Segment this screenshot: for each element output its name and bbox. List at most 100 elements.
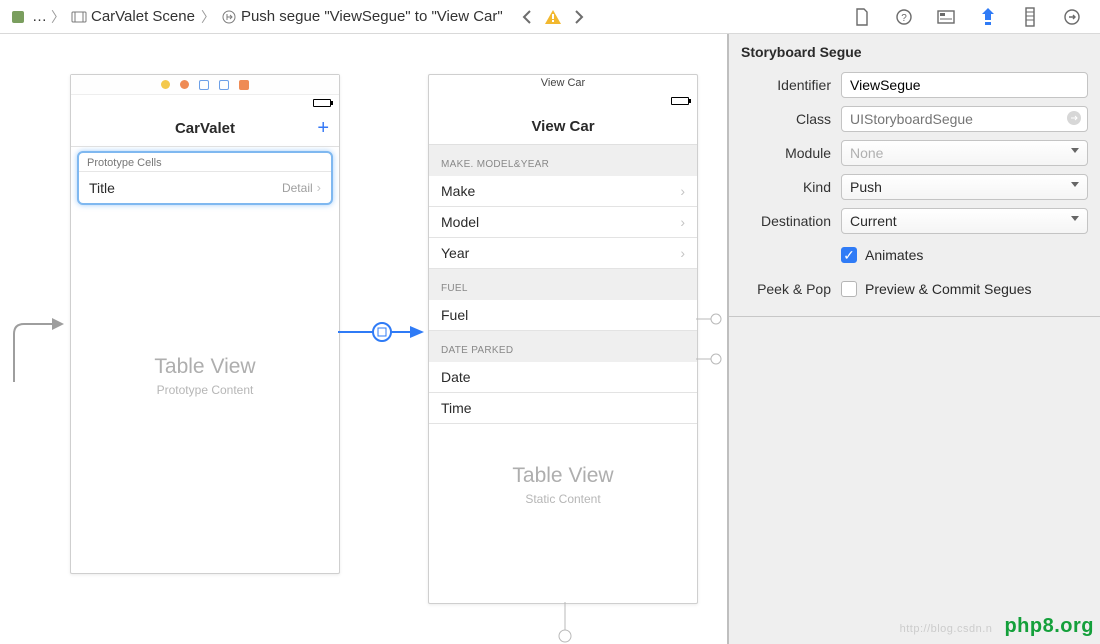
class-field[interactable] (841, 106, 1088, 132)
table-cell[interactable]: Year› (429, 238, 697, 269)
cell-label: Model (441, 214, 680, 230)
chevron-right-icon: › (680, 183, 685, 199)
placeholder-subtitle: Static Content (429, 492, 697, 506)
segue-arrow[interactable] (338, 320, 432, 344)
table-cell[interactable]: Time (429, 393, 697, 424)
tableview-placeholder: Table View Prototype Content (71, 355, 339, 397)
storyboard-icon (71, 9, 87, 25)
animates-checkbox[interactable]: ✓ (841, 247, 857, 263)
clear-icon[interactable] (1066, 110, 1082, 129)
placeholder-title: Table View (71, 355, 339, 379)
tableview-placeholder: Table View Static Content (429, 464, 697, 506)
table-cell[interactable]: Fuel (429, 300, 697, 331)
label-kind: Kind (741, 179, 831, 195)
jump-bar: … 〉 CarValet Scene 〉 Push segue "ViewSeg… (0, 0, 1100, 34)
label-peek-pop: Peek & Pop (741, 281, 831, 297)
crumb-label: CarValet Scene (91, 8, 195, 25)
cell-label: Year (441, 245, 680, 261)
crumb-segue[interactable]: Push segue "ViewSegue" to "View Car" (219, 6, 505, 27)
issue-warning-icon[interactable] (543, 7, 563, 27)
cell-detail: Detail (282, 181, 313, 195)
chevron-right-icon: › (680, 214, 685, 230)
scene-dock[interactable] (71, 75, 339, 95)
watermark-brand: php8.org (1004, 615, 1094, 637)
chevron-right-icon: › (680, 245, 685, 261)
size-inspector-icon[interactable] (1020, 7, 1040, 27)
forward-button[interactable] (569, 7, 589, 27)
watermark: http://blog.csdn.n php8.org (900, 615, 1094, 638)
crumb-ellipsis[interactable]: … (32, 8, 47, 25)
combo-value: Push (850, 179, 882, 195)
attributes-inspector: Storyboard Segue Identifier Class Module… (728, 34, 1100, 644)
section-header: MAKE. MODEL&YEAR (429, 145, 697, 176)
nav-title: CarValet (175, 120, 235, 137)
initial-vc-arrow (0, 294, 72, 384)
table-cell[interactable]: Model› (429, 207, 697, 238)
project-icon (10, 9, 26, 25)
add-button[interactable]: + (317, 117, 329, 140)
divider (729, 316, 1100, 317)
scene-carvalet[interactable]: CarValet + Prototype Cells Title Detail … (70, 74, 340, 574)
identifier-field[interactable] (841, 72, 1088, 98)
storyboard-ref-icon[interactable] (219, 80, 229, 90)
cell-title: Title (89, 180, 282, 196)
attributes-inspector-icon[interactable] (978, 7, 998, 27)
label-destination: Destination (741, 213, 831, 229)
connections-inspector-icon[interactable] (1062, 7, 1082, 27)
cell-label: Fuel (441, 307, 685, 323)
file-inspector-icon[interactable] (852, 7, 872, 27)
segue-icon (221, 9, 237, 25)
crumb-storyboard[interactable]: CarValet Scene (69, 6, 197, 27)
breadcrumb: … 〉 CarValet Scene 〉 Push segue "ViewSeg… (8, 6, 505, 27)
crumb-project[interactable] (8, 7, 28, 27)
bottom-connector (555, 602, 575, 644)
nav-title: View Car (531, 118, 594, 135)
inspector-section-title: Storyboard Segue (729, 34, 1100, 68)
destination-combo[interactable]: Current (841, 208, 1088, 234)
module-combo[interactable]: None (841, 140, 1088, 166)
prototype-cell[interactable]: Title Detail › (79, 171, 331, 203)
nav-item-icon[interactable] (239, 80, 249, 90)
watermark-faint: http://blog.csdn.n (900, 623, 993, 635)
section-header: FUEL (429, 269, 697, 300)
peekpop-checkbox[interactable] (841, 281, 857, 297)
cell-label: Time (441, 400, 685, 416)
prototype-cell-selected[interactable]: Prototype Cells Title Detail › (77, 151, 333, 205)
status-bar (71, 95, 339, 111)
kind-combo[interactable]: Push (841, 174, 1088, 200)
exit-icon[interactable] (199, 80, 209, 90)
animates-label: Animates (865, 247, 923, 263)
placeholder-title: Table View (429, 464, 697, 488)
combo-value: Current (850, 213, 897, 229)
crumb-label: Push segue "ViewSegue" to "View Car" (241, 8, 503, 25)
svg-text:?: ? (901, 13, 907, 24)
table-cell[interactable]: Date (429, 362, 697, 393)
cell-label: Date (441, 369, 685, 385)
chevron-right-icon: 〉 (201, 7, 215, 27)
scene-view-car[interactable]: View Car View Car MAKE. MODEL&YEAR Make›… (428, 74, 698, 604)
label-identifier: Identifier (741, 77, 831, 93)
combo-value: None (850, 145, 883, 161)
prototype-header: Prototype Cells (79, 153, 331, 171)
chevron-right-icon: › (317, 180, 321, 195)
status-bar (429, 93, 697, 109)
peekpop-label: Preview & Commit Segues (865, 281, 1032, 297)
table-cell[interactable]: Make› (429, 176, 697, 207)
vc-icon[interactable] (161, 80, 170, 89)
chevron-right-icon: 〉 (51, 7, 65, 27)
label-class: Class (741, 111, 831, 127)
placeholder-subtitle: Prototype Content (71, 383, 339, 397)
storyboard-canvas[interactable]: CarValet + Prototype Cells Title Detail … (0, 34, 728, 644)
cell-label: Make (441, 183, 680, 199)
back-button[interactable] (517, 7, 537, 27)
first-responder-icon[interactable] (180, 80, 189, 89)
help-inspector-icon[interactable]: ? (894, 7, 914, 27)
inspector-tabs: ? (852, 7, 1082, 27)
nav-bar[interactable]: View Car (429, 109, 697, 145)
identity-inspector-icon[interactable] (936, 7, 956, 27)
section-header: DATE PARKED (429, 331, 697, 362)
label-module: Module (741, 145, 831, 161)
scene-label: View Car (429, 75, 697, 93)
outlet-connectors (696, 309, 728, 389)
nav-bar[interactable]: CarValet + (71, 111, 339, 147)
